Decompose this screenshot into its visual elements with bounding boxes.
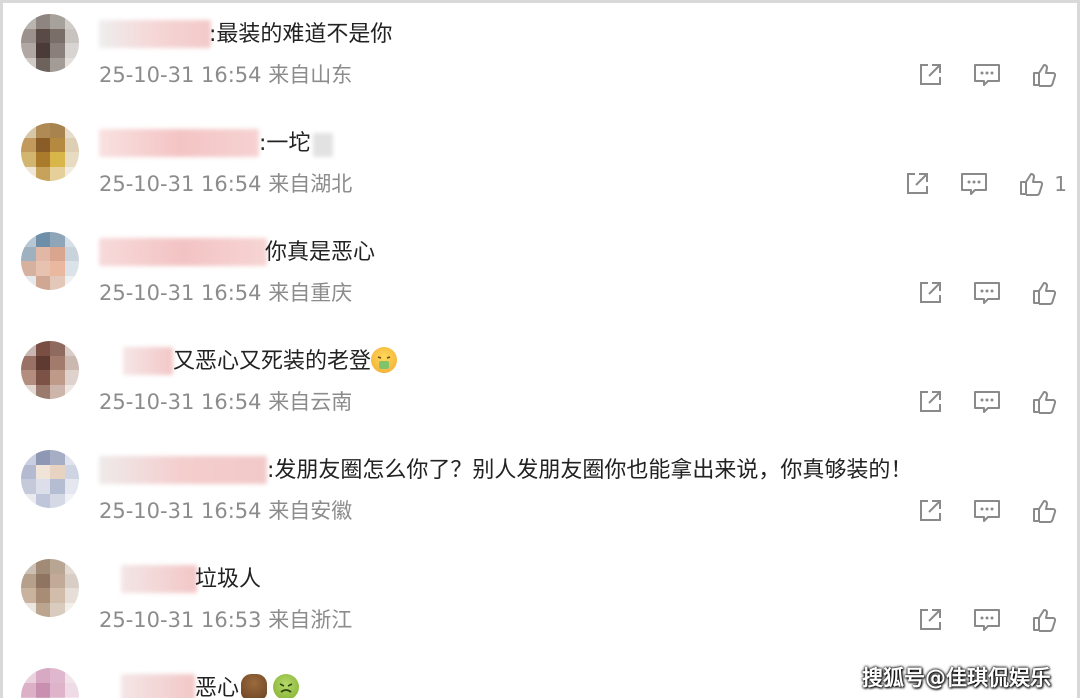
like-icon	[1033, 282, 1057, 305]
comment-item: 垃圾人 25-10-31 16:53 来自浙江	[3, 551, 1077, 660]
avatar[interactable]	[21, 232, 79, 290]
like-button[interactable]	[1031, 62, 1067, 88]
avatar[interactable]	[21, 559, 79, 617]
like-button[interactable]	[1031, 498, 1067, 524]
share-icon	[920, 609, 941, 630]
comment-button[interactable]	[973, 389, 1001, 415]
username-redacted[interactable]	[123, 347, 173, 375]
comment-item: :发朋友圈怎么你了？别人发朋友圈你也能拿出来说，你真够装的！ 25-10-31 …	[3, 442, 1077, 551]
like-icon	[1033, 64, 1057, 87]
comment-item: 又恶心又死装的老登 25-10-31 16:54 来自云南	[3, 333, 1077, 442]
text-redacted	[313, 133, 333, 157]
comment-actions	[917, 494, 1067, 528]
comment-actions	[917, 58, 1067, 92]
username-redacted[interactable]	[99, 129, 259, 157]
comment-meta: 25-10-31 16:54 来自山东	[99, 63, 353, 87]
avatar[interactable]	[21, 123, 79, 181]
comment-item: 你真是恶心 25-10-31 16:54 来自重庆	[3, 224, 1077, 333]
avatar[interactable]	[21, 341, 79, 399]
share-icon	[920, 391, 941, 412]
like-button[interactable]	[1031, 389, 1067, 415]
comment-icon	[974, 500, 1000, 522]
share-button[interactable]	[917, 389, 943, 415]
like-icon	[1020, 173, 1044, 196]
like-count: 1	[1054, 172, 1067, 196]
watermark: 搜狐号@佳琪侃娱乐	[862, 666, 1051, 690]
username-redacted[interactable]	[99, 20, 211, 48]
comment-actions	[917, 603, 1067, 637]
comment-text: 你真是恶心	[265, 240, 376, 265]
comment-meta: 25-10-31 16:54 来自安徽	[99, 499, 353, 523]
like-icon	[1033, 500, 1057, 523]
nauseated-face-emoji	[273, 674, 300, 698]
comment-text: 垃圾人	[195, 567, 262, 592]
comment-text: 又恶心又死装的老登	[173, 345, 398, 379]
share-icon	[920, 64, 941, 85]
username-redacted[interactable]	[121, 565, 197, 593]
comment-list: :最装的难道不是你 25-10-31 16:54 来自山东 :一坨 25-10-…	[0, 0, 1080, 698]
username-redacted[interactable]	[99, 238, 267, 266]
avatar[interactable]	[21, 14, 79, 72]
comment-text: :最装的难道不是你	[209, 22, 393, 47]
comment-item: :一坨 25-10-31 16:54 来自湖北 1	[3, 115, 1077, 224]
comment-text: :发朋友圈怎么你了？别人发朋友圈你也能拿出来说，你真够装的！	[267, 458, 913, 483]
comment-item: :最装的难道不是你 25-10-31 16:54 来自山东	[3, 6, 1077, 115]
comment-text-content: 恶心	[195, 676, 240, 698]
like-button[interactable]: 1	[1018, 171, 1067, 197]
poop-emoji	[241, 674, 268, 698]
comment-button[interactable]	[973, 607, 1001, 633]
avatar[interactable]	[21, 668, 79, 698]
comment-icon	[974, 391, 1000, 413]
username-redacted[interactable]	[99, 456, 267, 484]
comment-button[interactable]	[960, 171, 988, 197]
comment-button[interactable]	[973, 498, 1001, 524]
comment-text: 恶心	[195, 672, 300, 698]
share-icon	[907, 173, 929, 194]
vomit-face-emoji	[371, 347, 398, 373]
share-button[interactable]	[917, 62, 943, 88]
comment-meta: 25-10-31 16:54 来自重庆	[99, 281, 353, 305]
share-icon	[920, 282, 941, 303]
share-button[interactable]	[917, 498, 943, 524]
comment-meta: 25-10-31 16:54 来自湖北	[99, 172, 353, 196]
share-icon	[920, 500, 941, 521]
comment-icon	[974, 609, 1000, 631]
like-button[interactable]	[1031, 280, 1067, 306]
comment-text: :一坨	[259, 131, 311, 156]
share-button[interactable]	[917, 280, 943, 306]
like-icon	[1033, 391, 1057, 414]
username-redacted[interactable]	[121, 674, 195, 698]
share-button[interactable]	[904, 171, 930, 197]
like-icon	[1033, 609, 1057, 632]
comment-actions	[917, 276, 1067, 310]
like-button[interactable]	[1031, 607, 1067, 633]
comment-button[interactable]	[973, 280, 1001, 306]
avatar[interactable]	[21, 450, 79, 508]
share-button[interactable]	[917, 607, 943, 633]
comment-icon	[974, 64, 1000, 86]
comment-actions: 1	[904, 167, 1067, 201]
comment-meta: 25-10-31 16:53 来自浙江	[99, 608, 353, 632]
comment-meta: 25-10-31 16:54 来自云南	[99, 390, 353, 414]
comment-icon	[961, 173, 988, 195]
comment-button[interactable]	[973, 62, 1001, 88]
comment-text-content: 又恶心又死装的老登	[173, 349, 372, 374]
comment-icon	[974, 282, 1000, 304]
comment-actions	[917, 385, 1067, 419]
